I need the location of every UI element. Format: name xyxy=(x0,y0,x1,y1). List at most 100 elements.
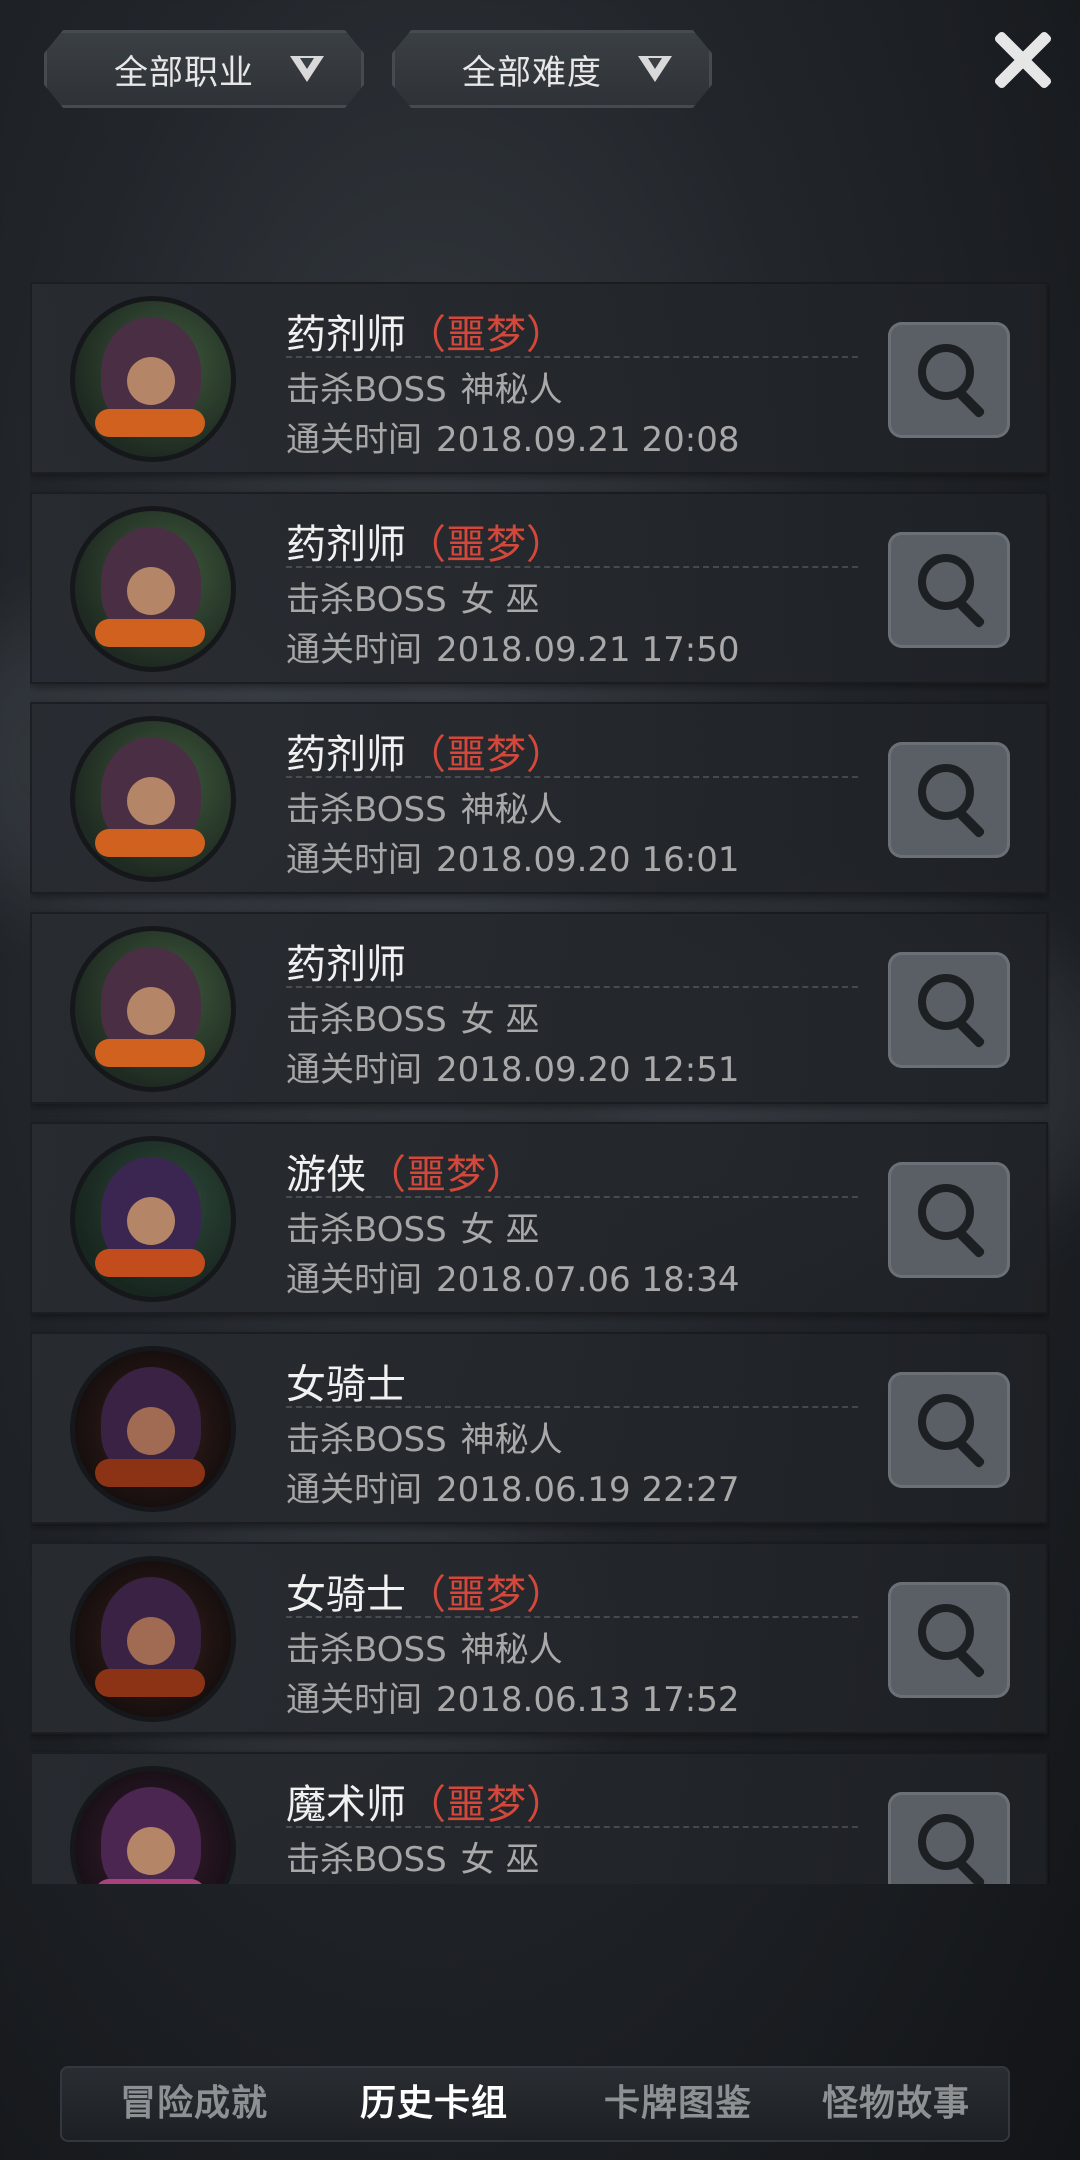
boss-label: 击杀BOSS xyxy=(286,580,447,620)
hero-name: 女骑士 xyxy=(286,1362,406,1408)
record-title: 女骑士 xyxy=(286,1352,406,1410)
view-deck-button[interactable] xyxy=(888,1162,1010,1278)
time-label: 通关时间 xyxy=(286,840,422,880)
time-label: 通关时间 xyxy=(286,1680,422,1720)
time-label: 通关时间 xyxy=(286,1050,422,1090)
record-card: 游侠（噩梦） 击杀BOSS 女 巫 通关时间 2018.07.06 18:34 xyxy=(30,1122,1048,1314)
hero-name: 药剂师 xyxy=(286,732,406,778)
time-row: 通关时间 2018.07.06 18:34 xyxy=(286,1252,739,1301)
close-icon[interactable] xyxy=(990,28,1053,90)
divider xyxy=(286,986,858,988)
hero-avatar xyxy=(70,716,236,882)
top-bar: 全部职业 全部难度 xyxy=(0,0,1080,140)
history-deck-list[interactable]: 药剂师（噩梦） 击杀BOSS 神秘人 通关时间 2018.09.21 20:08 药… xyxy=(30,282,1050,1884)
record-card: 药剂师 击杀BOSS 女 巫 通关时间 2018.09.20 12:51 xyxy=(30,912,1048,1104)
time-label: 通关时间 xyxy=(286,1470,422,1510)
divider xyxy=(286,776,858,778)
boss-row: 击杀BOSS 神秘人 xyxy=(286,1622,563,1671)
view-deck-button[interactable] xyxy=(888,1372,1010,1488)
divider xyxy=(286,1406,858,1408)
record-title: 药剂师 xyxy=(286,932,406,990)
difficulty-tag: （噩梦） xyxy=(406,732,566,778)
hero-avatar xyxy=(70,506,236,672)
boss-name: 女 巫 xyxy=(460,1840,540,1880)
clear-time: 2018.06.19 22:27 xyxy=(436,1470,740,1510)
record-title: 药剂师（噩梦） xyxy=(286,302,566,360)
time-row: 通关时间 2018.09.20 12:51 xyxy=(286,1042,739,1091)
clear-time: 2018.09.21 20:08 xyxy=(436,420,740,460)
time-label: 通关时间 xyxy=(286,1260,422,1300)
hero-name: 女骑士 xyxy=(286,1572,406,1618)
clear-time: 2018.09.21 17:50 xyxy=(436,630,740,670)
record-card: 药剂师（噩梦） 击杀BOSS 神秘人 通关时间 2018.09.20 16:01 xyxy=(30,702,1048,894)
clear-time: 2018.09.20 16:01 xyxy=(436,840,740,880)
hero-avatar xyxy=(70,1136,236,1302)
boss-name: 神秘人 xyxy=(460,790,563,830)
divider xyxy=(286,1616,858,1618)
boss-row: 击杀BOSS 女 巫 xyxy=(286,992,539,1041)
difficulty-tag: （噩梦） xyxy=(366,1152,526,1198)
time-label: 通关时间 xyxy=(286,420,422,460)
clear-time: 2018.07.06 18:34 xyxy=(436,1260,740,1300)
boss-label: 击杀BOSS xyxy=(286,370,447,410)
record-title: 女骑士（噩梦） xyxy=(286,1562,566,1620)
view-deck-button[interactable] xyxy=(888,1582,1010,1698)
view-deck-button[interactable] xyxy=(888,322,1010,438)
boss-name: 女 巫 xyxy=(460,580,540,620)
divider xyxy=(286,566,858,568)
boss-row: 击杀BOSS 女 巫 xyxy=(286,1202,539,1251)
difficulty-tag: （噩梦） xyxy=(406,1572,566,1618)
difficulty-filter-dropdown[interactable]: 全部难度 xyxy=(392,30,712,108)
time-label: 通关时间 xyxy=(286,630,422,670)
boss-label: 击杀BOSS xyxy=(286,1210,447,1250)
boss-row: 击杀BOSS 女 巫 xyxy=(286,572,539,621)
boss-name: 女 巫 xyxy=(460,1000,540,1040)
time-row: 通关时间 2018.06.13 17:52 xyxy=(286,1672,739,1721)
boss-label: 击杀BOSS xyxy=(286,1840,447,1880)
view-deck-button[interactable] xyxy=(888,952,1010,1068)
chevron-down-icon xyxy=(290,52,324,86)
hero-avatar xyxy=(70,926,236,1092)
record-card: 女骑士 击杀BOSS 神秘人 通关时间 2018.06.19 22:27 xyxy=(30,1332,1048,1524)
boss-row: 击杀BOSS 神秘人 xyxy=(286,362,563,411)
difficulty-tag: （噩梦） xyxy=(406,1782,566,1828)
boss-label: 击杀BOSS xyxy=(286,1630,447,1670)
boss-name: 女 巫 xyxy=(460,1210,540,1250)
record-card: 药剂师（噩梦） 击杀BOSS 神秘人 通关时间 2018.09.21 20:08 xyxy=(30,282,1048,474)
boss-row: 击杀BOSS 神秘人 xyxy=(286,1412,563,1461)
hero-avatar xyxy=(70,1556,236,1722)
tab-monster-stories[interactable]: 怪物故事 xyxy=(822,2074,970,2126)
profession-filter-dropdown[interactable]: 全部职业 xyxy=(44,30,364,108)
time-row: 通关时间 2018.09.21 17:50 xyxy=(286,622,739,671)
boss-name: 神秘人 xyxy=(460,370,563,410)
boss-label: 击杀BOSS xyxy=(286,790,447,830)
difficulty-filter-label: 全部难度 xyxy=(462,52,602,93)
tab-history-decks[interactable]: 历史卡组 xyxy=(360,2074,508,2126)
divider xyxy=(286,1196,858,1198)
record-title: 游侠（噩梦） xyxy=(286,1142,526,1200)
profession-filter-label: 全部职业 xyxy=(114,52,254,93)
tab-adventure-achievements[interactable]: 冒险成就 xyxy=(120,2074,268,2126)
time-row xyxy=(286,1882,300,1884)
view-deck-button[interactable] xyxy=(888,742,1010,858)
hero-name: 游侠 xyxy=(286,1152,366,1198)
record-card: 女骑士（噩梦） 击杀BOSS 神秘人 通关时间 2018.06.13 17:52 xyxy=(30,1542,1048,1734)
boss-row: 击杀BOSS 女 巫 xyxy=(286,1832,539,1881)
hero-name: 药剂师 xyxy=(286,942,406,988)
boss-name: 神秘人 xyxy=(460,1420,563,1460)
record-card: 药剂师（噩梦） 击杀BOSS 女 巫 通关时间 2018.09.21 17:50 xyxy=(30,492,1048,684)
difficulty-tag: （噩梦） xyxy=(406,522,566,568)
record-title: 药剂师（噩梦） xyxy=(286,722,566,780)
tab-card-collection[interactable]: 卡牌图鉴 xyxy=(604,2074,752,2126)
record-title: 药剂师（噩梦） xyxy=(286,512,566,570)
hero-avatar xyxy=(70,296,236,462)
bottom-tab-bar: 冒险成就 历史卡组 卡牌图鉴 怪物故事 xyxy=(0,2030,1080,2160)
boss-label: 击杀BOSS xyxy=(286,1000,447,1040)
view-deck-button[interactable] xyxy=(888,532,1010,648)
hero-avatar xyxy=(70,1766,236,1884)
divider xyxy=(286,356,858,358)
time-row: 通关时间 2018.06.19 22:27 xyxy=(286,1462,739,1511)
view-deck-button[interactable] xyxy=(888,1792,1010,1884)
boss-name: 神秘人 xyxy=(460,1630,563,1670)
record-card: 魔术师（噩梦） 击杀BOSS 女 巫 xyxy=(30,1752,1048,1884)
